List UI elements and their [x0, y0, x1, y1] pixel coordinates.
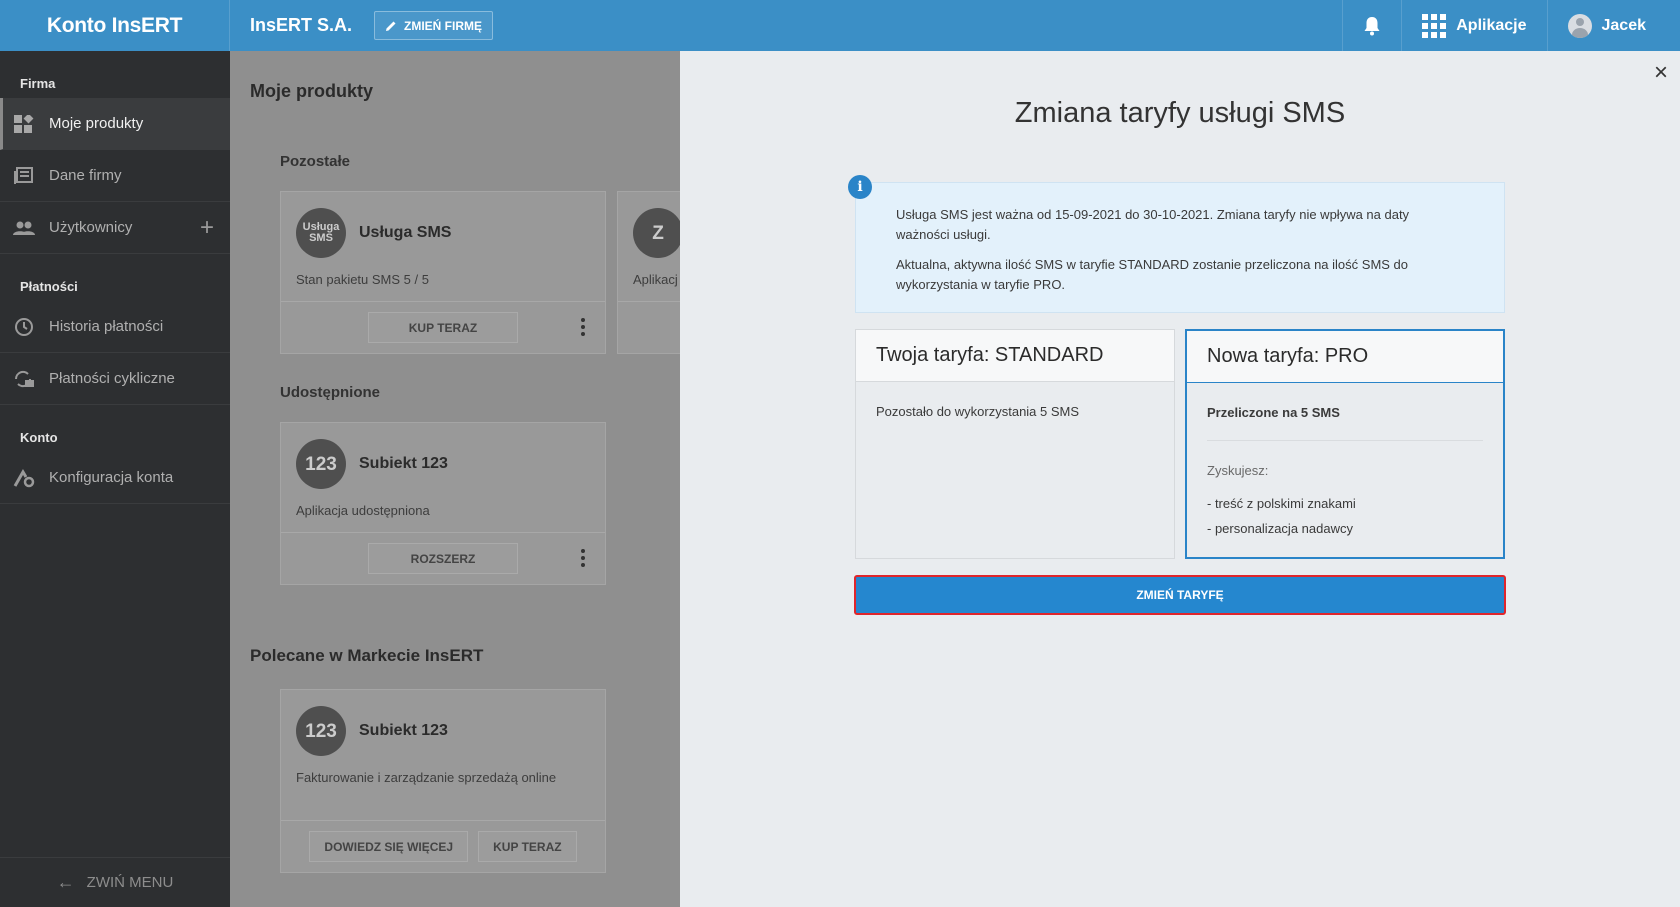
buy-now-button[interactable]: KUP TERAZ — [478, 831, 577, 862]
info-box: Usługa SMS jest ważna od 15-09-2021 do 3… — [855, 182, 1505, 313]
change-plan-button[interactable]: ZMIEŃ TARYFĘ — [854, 575, 1506, 615]
more-options-icon[interactable] — [581, 318, 585, 336]
gain-label: Zyskujesz: — [1207, 463, 1269, 478]
sidebar-item-label: Konfiguracja konta — [49, 469, 174, 486]
gain-item: - personalizacja nadawcy — [1207, 521, 1353, 536]
modal-title: Zmiana taryfy usługi SMS — [1014, 97, 1346, 129]
product-z-icon: Z — [633, 208, 680, 258]
section-other: Pozostałe — [280, 153, 351, 170]
sidebar-item-moje-produkty[interactable]: Moje produkty — [0, 98, 230, 150]
current-plan-card: Twoja taryfa: STANDARD Pozostało do wyko… — [855, 329, 1175, 559]
close-icon[interactable]: × — [1654, 59, 1668, 87]
recurring-payments-icon — [12, 369, 36, 389]
brand-logo[interactable]: Konto InsERT — [0, 0, 230, 51]
sidebar-item-platnosci-cykliczne[interactable]: Płatności cykliczne — [0, 353, 230, 405]
sidebar-item-label: Moje produkty — [49, 115, 144, 132]
account-settings-icon — [12, 468, 36, 488]
change-plan-panel: × Zmiana taryfy usługi SMS Usługa SMS je… — [680, 51, 1680, 907]
history-icon — [12, 317, 36, 337]
buy-now-button[interactable]: KUP TERAZ — [368, 312, 518, 343]
sidebar-section-platnosci: Płatności — [20, 279, 78, 294]
change-company-button[interactable]: ZMIEŃ FIRMĘ — [374, 11, 494, 40]
sms-service-icon: Usługa SMS — [296, 208, 346, 258]
notifications-button[interactable] — [1342, 0, 1401, 51]
more-options-icon[interactable] — [581, 549, 585, 567]
avatar-icon — [1567, 13, 1592, 38]
product-description: Aplikacj — [633, 272, 678, 287]
new-plan-converted: Przeliczone na 5 SMS — [1207, 405, 1483, 441]
current-plan-title: Twoja taryfa: STANDARD — [856, 330, 1174, 382]
info-icon: i — [848, 175, 872, 199]
bell-icon — [1364, 16, 1380, 35]
product-name: Subiekt 123 — [359, 455, 448, 472]
info-conversion-text: Aktualna, aktywna ilość SMS w taryfie ST… — [896, 257, 1409, 292]
sidebar: Firma Moje produkty Dane firmy Użytkowni… — [0, 51, 230, 907]
user-menu-button[interactable]: Jacek — [1546, 0, 1680, 51]
company-name: InsERT S.A. — [250, 15, 353, 35]
collapse-menu-button[interactable]: ← ZWIŃ MENU — [0, 857, 230, 907]
arrow-left-icon: ← — [56, 872, 75, 892]
info-validity-text: Usługa SMS jest ważna od 15-09-2021 do 3… — [896, 207, 1410, 242]
sidebar-item-historia-platnosci[interactable]: Historia płatności — [0, 301, 230, 353]
new-plan-title: Nowa taryfa: PRO — [1187, 331, 1503, 383]
sidebar-section-firma: Firma — [20, 76, 56, 91]
new-plan-card: Nowa taryfa: PRO Przeliczone na 5 SMS Zy… — [1185, 329, 1505, 559]
product-description: Fakturowanie i zarządzanie sprzedażą onl… — [296, 770, 557, 785]
product-card-sms: Usługa SMS Usługa SMS Stan pakietu SMS 5… — [280, 191, 606, 354]
learn-more-button[interactable]: DOWIEDZ SIĘ WIĘCEJ — [309, 831, 469, 862]
product-card-shared: 123 Subiekt 123 Aplikacja udostępniona R… — [280, 422, 606, 585]
apps-grid-icon — [1422, 13, 1447, 38]
top-bar: Konto InsERT InsERT S.A. ZMIEŃ FIRMĘ Apl… — [0, 0, 1680, 51]
product-description: Stan pakietu SMS 5 / 5 — [296, 272, 429, 287]
apps-menu-button[interactable]: Aplikacje — [1401, 0, 1546, 51]
subiekt-123-icon: 123 — [296, 439, 346, 489]
section-recommended: Polecane w Markecie InsERT — [250, 646, 484, 665]
pencil-icon — [386, 21, 396, 31]
sidebar-item-label: Historia płatności — [49, 318, 164, 335]
product-name: Subiekt 123 — [359, 722, 448, 739]
company-data-icon — [12, 166, 36, 186]
product-name: Usługa SMS — [359, 224, 452, 241]
current-plan-remaining: Pozostało do wykorzystania 5 SMS — [876, 404, 1080, 419]
sidebar-section-konto: Konto — [20, 430, 58, 445]
gain-item: - treść z polskimi znakami — [1207, 496, 1356, 511]
sidebar-item-konfiguracja-konta[interactable]: Konfiguracja konta — [0, 452, 230, 504]
apps-label: Aplikacje — [1456, 16, 1527, 34]
products-icon — [12, 114, 36, 134]
extend-button[interactable]: ROZSZERZ — [368, 543, 518, 574]
change-company-label: ZMIEŃ FIRMĘ — [404, 18, 483, 33]
subiekt-123-icon: 123 — [296, 706, 346, 756]
product-card-recommended: 123 Subiekt 123 Fakturowanie i zarządzan… — [280, 689, 606, 873]
product-description: Aplikacja udostępniona — [296, 503, 430, 518]
collapse-menu-label: ZWIŃ MENU — [86, 874, 174, 891]
users-icon — [12, 218, 36, 238]
add-user-button[interactable]: + — [200, 214, 214, 242]
product-card-z: Z Aplikacj — [617, 191, 680, 354]
sidebar-item-dane-firmy[interactable]: Dane firmy — [0, 150, 230, 202]
sidebar-item-label: Płatności cykliczne — [49, 370, 175, 387]
section-shared: Udostępnione — [280, 384, 380, 401]
sidebar-item-label: Użytkownicy — [49, 219, 133, 236]
user-name: Jacek — [1601, 16, 1647, 34]
sidebar-item-label: Dane firmy — [49, 167, 122, 184]
main-content: Moje produkty Pozostałe Usługa SMS Usług… — [230, 51, 680, 907]
page-title: Moje produkty — [250, 81, 374, 101]
sidebar-item-uzytkownicy[interactable]: Użytkownicy + — [0, 202, 230, 254]
